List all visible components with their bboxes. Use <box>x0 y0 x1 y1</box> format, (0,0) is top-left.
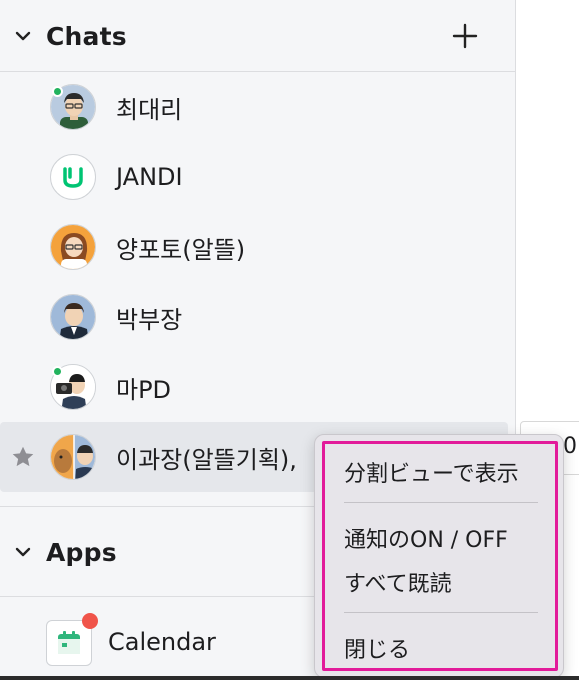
chat-item-label: 양포토(알뜰) <box>116 235 246 264</box>
avatar <box>50 224 96 270</box>
chevron-down-icon[interactable] <box>13 26 33 46</box>
calendar-icon <box>58 631 80 654</box>
menu-item-mark-all-read[interactable]: すべて既読 <box>344 566 452 598</box>
chat-item-label: JANDI <box>116 163 183 191</box>
menu-item-split-view[interactable]: 分割ビューで表示 <box>344 456 519 488</box>
menu-item-notification-toggle[interactable]: 通知のON / OFF <box>344 522 508 554</box>
chat-item-mapd[interactable]: 마PD <box>0 352 516 422</box>
man-suit-avatar-icon <box>51 295 95 339</box>
notification-badge <box>82 613 98 629</box>
menu-separator <box>344 612 538 613</box>
apps-section-title: Apps <box>46 537 117 567</box>
online-status-dot <box>52 366 63 377</box>
chat-item-park[interactable]: 박부장 <box>0 282 516 352</box>
bottom-bar <box>0 676 579 680</box>
chats-section-title: Chats <box>46 21 127 51</box>
chat-item-label: 박부장 <box>116 305 183 334</box>
chat-item-choi[interactable]: 최대리 <box>0 72 516 142</box>
woman-glasses-avatar-icon <box>51 225 95 269</box>
chat-item-jandi[interactable]: JANDI <box>0 142 516 212</box>
app-item-label: Calendar <box>108 628 216 656</box>
avatar <box>50 154 96 200</box>
menu-separator <box>344 502 538 503</box>
chat-item-label: 마PD <box>116 375 172 404</box>
chat-item-label: 이과장(알뜰기획), <box>116 445 297 474</box>
chats-section-header[interactable]: Chats <box>0 0 516 72</box>
chevron-down-icon[interactable] <box>13 542 33 562</box>
add-chat-button[interactable] <box>448 19 482 53</box>
avatar <box>50 84 96 130</box>
star-icon[interactable] <box>10 444 36 470</box>
avatar <box>50 434 96 480</box>
avatar <box>50 364 96 410</box>
group-avatar-icon <box>51 435 95 479</box>
plus-icon <box>452 23 478 49</box>
chat-item-yangphoto[interactable]: 양포토(알뜰) <box>0 212 516 282</box>
online-status-dot <box>52 86 63 97</box>
chat-item-label: 최대리 <box>116 95 183 124</box>
avatar <box>50 294 96 340</box>
right-panel-chip-text: 0 <box>563 434 577 459</box>
menu-item-close[interactable]: 閉じる <box>344 632 410 664</box>
jandi-logo-icon <box>63 167 83 188</box>
